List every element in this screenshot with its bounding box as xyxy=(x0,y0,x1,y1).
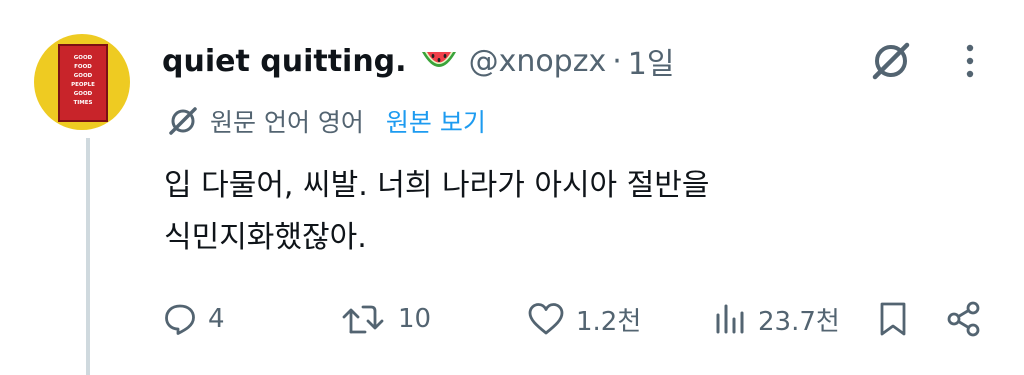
like-button[interactable]: 1.2천 xyxy=(526,294,641,344)
timestamp[interactable]: 1일 xyxy=(628,39,675,83)
avatar-sign-line: GOOD TIMES xyxy=(73,91,93,106)
grok-icon xyxy=(869,39,913,83)
show-original-link[interactable]: 원본 보기 xyxy=(386,103,486,139)
bookmark-icon xyxy=(876,300,910,338)
tweet-text-line: 입 다물어, 씨발. 너희 나라가 아시아 절반을 xyxy=(164,168,710,203)
reply-icon xyxy=(162,301,198,337)
tweet-header: quiet quitting. @xnopzx · 1일 xyxy=(162,36,674,86)
like-icon xyxy=(526,301,566,337)
avatar-sign: GOOD FOOD GOOD PEOPLE GOOD TIMES xyxy=(58,44,108,122)
translation-source-label: 원문 언어 영어 xyxy=(210,108,364,137)
watermelon-icon xyxy=(419,46,459,76)
retweet-count: 10 xyxy=(398,304,432,334)
views-count: 23.7천 xyxy=(758,306,840,337)
bookmark-button[interactable] xyxy=(876,294,910,344)
tweet-text: 입 다물어, 씨발. 너희 나라가 아시아 절반을 식민지화했잖아. xyxy=(164,160,964,264)
like-count: 1.2천 xyxy=(576,306,642,337)
tweet-text-line: 식민지화했잖아. xyxy=(164,220,367,255)
share-icon xyxy=(944,299,984,339)
share-button[interactable] xyxy=(944,294,984,344)
avatar-sign-line: GOOD PEOPLE xyxy=(71,73,95,88)
retweet-icon xyxy=(340,301,388,337)
reply-button[interactable]: 4 xyxy=(162,294,225,344)
more-button[interactable] xyxy=(950,36,990,86)
more-icon xyxy=(965,43,975,79)
views-icon xyxy=(712,301,748,337)
handle[interactable]: @xnopzx xyxy=(469,44,607,79)
avatar[interactable]: GOOD FOOD GOOD PEOPLE GOOD TIMES xyxy=(34,34,130,130)
reply-count: 4 xyxy=(208,304,225,334)
translation-row: 원문 언어 영어 원본 보기 xyxy=(166,101,486,141)
grok-button[interactable] xyxy=(866,36,916,86)
views-button[interactable]: 23.7천 xyxy=(712,294,840,344)
avatar-sign-line: GOOD FOOD xyxy=(73,55,93,70)
separator-dot: · xyxy=(612,43,622,79)
display-name[interactable]: quiet quitting. xyxy=(162,44,407,79)
retweet-button[interactable]: 10 xyxy=(340,294,431,344)
translate-icon xyxy=(166,104,200,138)
action-bar: 4 10 1.2천 23.7천 xyxy=(0,294,1024,344)
